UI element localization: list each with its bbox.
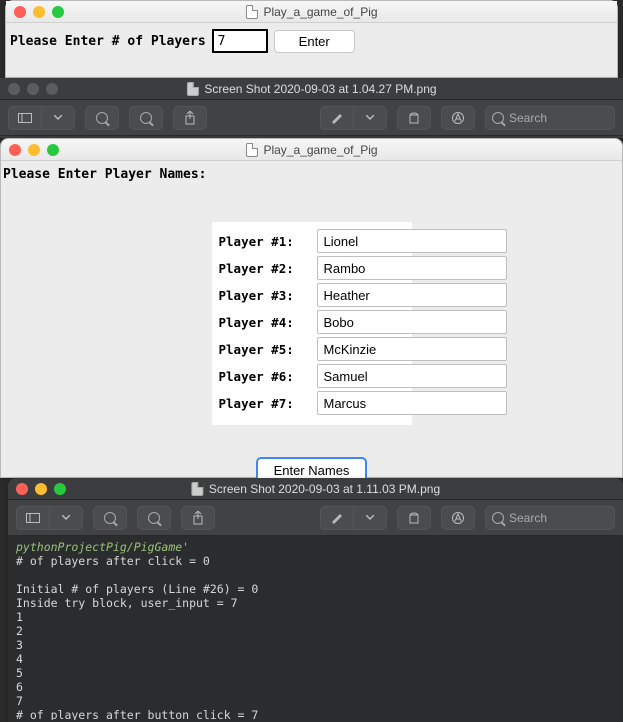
player-name-input[interactable] [317, 283, 507, 307]
player-label: Player #3: [219, 288, 309, 303]
enter-button[interactable]: Enter [274, 30, 355, 53]
share-button[interactable] [181, 506, 215, 530]
share-button[interactable] [173, 106, 207, 130]
player-name-input[interactable] [317, 364, 507, 388]
title-bar[interactable]: Screen Shot 2020-09-03 at 1.11.03 PM.png [8, 478, 623, 500]
search-placeholder: Search [509, 511, 547, 525]
file-icon [245, 143, 257, 157]
num-players-input[interactable] [212, 29, 268, 53]
zoom-out-button[interactable] [93, 506, 127, 530]
search-placeholder: Search [509, 111, 547, 125]
markup-menu-button[interactable] [353, 506, 387, 530]
player-name-input[interactable] [317, 310, 507, 334]
zoom-in-button[interactable] [129, 106, 163, 130]
window-title-text: Play_a_game_of_Pig [263, 143, 377, 157]
zoom-icon[interactable] [46, 83, 58, 95]
file-icon [245, 5, 257, 19]
markup-pen-button[interactable] [320, 506, 354, 530]
pig-players-window: Play_a_game_of_Pig Please Enter # of Pla… [5, 0, 618, 78]
search-icon [492, 112, 504, 124]
markup-pen-button[interactable] [320, 106, 354, 130]
player-name-input[interactable] [317, 391, 507, 415]
player-row: Player #6: [219, 364, 405, 388]
window-title: Play_a_game_of_Pig [245, 143, 377, 157]
zoom-icon[interactable] [47, 144, 59, 156]
zoom-out-icon [96, 112, 108, 124]
sidebar-menu-button[interactable] [49, 506, 83, 530]
player-name-input[interactable] [317, 229, 507, 253]
player-row: Player #7: [219, 391, 405, 415]
minimize-icon[interactable] [35, 483, 47, 495]
traffic-lights [8, 83, 58, 95]
player-row: Player #1: [219, 229, 405, 253]
title-bar[interactable]: Play_a_game_of_Pig [6, 1, 617, 23]
zoom-out-button[interactable] [85, 106, 119, 130]
player-label: Player #4: [219, 315, 309, 330]
player-label: Player #7: [219, 396, 309, 411]
close-icon[interactable] [14, 6, 26, 18]
window-title-text: Screen Shot 2020-09-03 at 1.04.27 PM.png [204, 82, 436, 96]
annotate-button[interactable] [441, 506, 475, 530]
sidebar-menu-button[interactable] [41, 106, 75, 130]
minimize-icon[interactable] [27, 83, 39, 95]
player-label: Player #6: [219, 369, 309, 384]
player-row: Player #4: [219, 310, 405, 334]
preview-window-2: Screen Shot 2020-09-03 at 1.11.03 PM.png… [8, 478, 623, 722]
traffic-lights [9, 144, 59, 156]
window-title: Play_a_game_of_Pig [245, 5, 377, 19]
title-bar[interactable]: Play_a_game_of_Pig [1, 139, 622, 161]
player-name-input[interactable] [317, 256, 507, 280]
close-icon[interactable] [8, 83, 20, 95]
player-name-input[interactable] [317, 337, 507, 361]
zoom-out-icon [104, 512, 116, 524]
rotate-button[interactable] [397, 506, 431, 530]
preview-toolbar: Search [8, 500, 623, 536]
zoom-in-icon [140, 112, 152, 124]
player-row: Player #2: [219, 256, 405, 280]
window-title-text: Screen Shot 2020-09-03 at 1.11.03 PM.png [209, 482, 440, 496]
player-row: Player #5: [219, 337, 405, 361]
rotate-button[interactable] [397, 106, 431, 130]
sidebar-toggle-button[interactable] [8, 106, 42, 130]
traffic-lights [14, 6, 64, 18]
zoom-icon[interactable] [52, 6, 64, 18]
player-row: Player #3: [219, 283, 405, 307]
preview-toolbar: Search [0, 100, 623, 136]
markup-menu-button[interactable] [353, 106, 387, 130]
traffic-lights [16, 483, 66, 495]
zoom-in-button[interactable] [137, 506, 171, 530]
file-icon [186, 82, 198, 96]
window-title: Screen Shot 2020-09-03 at 1.11.03 PM.png [191, 482, 440, 496]
title-bar[interactable]: Screen Shot 2020-09-03 at 1.04.27 PM.png [0, 78, 623, 100]
close-icon[interactable] [16, 483, 28, 495]
sidebar-toggle-button[interactable] [16, 506, 50, 530]
file-icon [191, 482, 203, 496]
minimize-icon[interactable] [33, 6, 45, 18]
player-label: Player #2: [219, 261, 309, 276]
zoom-icon[interactable] [54, 483, 66, 495]
close-icon[interactable] [9, 144, 21, 156]
search-input[interactable]: Search [485, 106, 615, 130]
player-label: Player #5: [219, 342, 309, 357]
annotate-button[interactable] [441, 106, 475, 130]
window-title-text: Play_a_game_of_Pig [263, 5, 377, 19]
player-names-form: Player #1: Player #2: Player #3: Player … [212, 222, 412, 425]
search-input[interactable]: Search [485, 506, 615, 530]
window-title: Screen Shot 2020-09-03 at 1.04.27 PM.png [186, 82, 436, 96]
player-names-label: Please Enter Player Names: [1, 167, 622, 182]
preview-window-1: Screen Shot 2020-09-03 at 1.04.27 PM.png… [0, 78, 623, 138]
zoom-in-icon [148, 512, 160, 524]
terminal-output: pythonProjectPig/PigGame' # of players a… [8, 536, 623, 720]
player-label: Player #1: [219, 234, 309, 249]
minimize-icon[interactable] [28, 144, 40, 156]
pig-names-window: Play_a_game_of_Pig Please Enter Player N… [0, 138, 623, 478]
search-icon [492, 512, 504, 524]
num-players-label: Please Enter # of Players [10, 34, 206, 49]
